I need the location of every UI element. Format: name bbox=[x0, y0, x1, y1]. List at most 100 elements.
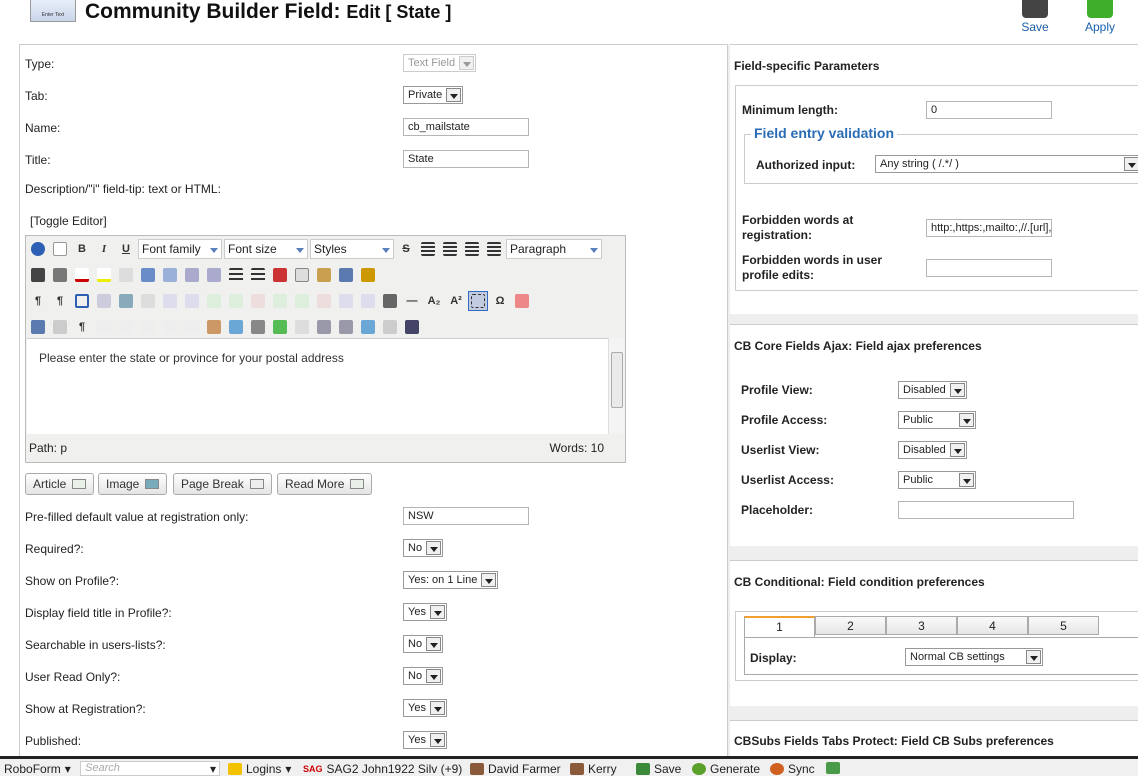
font-size-select[interactable]: Font size bbox=[224, 239, 308, 259]
visual-aid-icon[interactable] bbox=[468, 291, 488, 311]
insert-col-icon[interactable] bbox=[270, 291, 290, 311]
indent-icon[interactable] bbox=[138, 265, 158, 285]
david-identity[interactable]: David Farmer bbox=[470, 762, 561, 776]
userlist-access-select[interactable]: Public bbox=[898, 471, 976, 489]
sync-button[interactable]: Sync bbox=[770, 762, 815, 776]
new-document-icon[interactable] bbox=[50, 239, 70, 259]
row-props-icon[interactable] bbox=[160, 291, 180, 311]
find-icon[interactable] bbox=[28, 265, 48, 285]
tab-4[interactable]: 4 bbox=[957, 616, 1028, 635]
replace-icon[interactable] bbox=[50, 265, 70, 285]
anchor-icon[interactable] bbox=[336, 265, 356, 285]
display-title-select[interactable]: Yes bbox=[403, 603, 447, 621]
placeholder-input[interactable] bbox=[898, 501, 1074, 519]
display-select[interactable]: Normal CB settings bbox=[905, 648, 1043, 666]
home-button[interactable] bbox=[826, 762, 840, 774]
page-break-button[interactable]: Page Break bbox=[173, 473, 272, 495]
profile-access-select[interactable]: Public bbox=[898, 411, 976, 429]
title-input[interactable]: State bbox=[403, 150, 529, 168]
bold-button[interactable]: B bbox=[72, 239, 92, 259]
paste-icon[interactable] bbox=[314, 265, 334, 285]
help-icon[interactable] bbox=[28, 239, 48, 259]
text-color-icon[interactable] bbox=[72, 265, 92, 285]
strikethrough-button[interactable]: S bbox=[396, 239, 416, 259]
insert-col-after-icon[interactable] bbox=[292, 291, 312, 311]
profile-view-select[interactable]: Disabled bbox=[898, 381, 967, 399]
roboform-menu[interactable]: RoboForm ▾ bbox=[4, 762, 71, 776]
horizontal-rule-icon[interactable]: — bbox=[402, 291, 422, 311]
split-cells-icon[interactable] bbox=[336, 291, 356, 311]
outdent-icon[interactable] bbox=[160, 265, 180, 285]
code-icon[interactable] bbox=[292, 317, 312, 337]
merge-cells-icon[interactable] bbox=[358, 291, 378, 311]
print-icon[interactable] bbox=[380, 291, 400, 311]
insert-layer-icon[interactable] bbox=[50, 317, 70, 337]
bullet-list-icon[interactable] bbox=[248, 265, 268, 285]
name-input[interactable]: cb_mailstate bbox=[403, 118, 529, 136]
insert-row-after-icon[interactable] bbox=[226, 291, 246, 311]
format-select[interactable]: Paragraph bbox=[506, 239, 602, 259]
align-left-icon[interactable] bbox=[418, 239, 438, 259]
show-profile-select[interactable]: Yes: on 1 Line bbox=[403, 571, 499, 589]
undo-icon[interactable] bbox=[182, 265, 202, 285]
cell-props-icon[interactable] bbox=[182, 291, 202, 311]
delete-table-icon[interactable] bbox=[138, 291, 158, 311]
min-length-input[interactable]: 0 bbox=[926, 101, 1052, 119]
searchable-select[interactable]: No bbox=[403, 635, 444, 653]
font-family-select[interactable]: Font family bbox=[138, 239, 222, 259]
apply-button[interactable]: Apply bbox=[1075, 0, 1125, 34]
prefilled-input[interactable]: NSW bbox=[403, 507, 529, 525]
save-button[interactable]: Save bbox=[1010, 0, 1060, 34]
highlight-color-icon[interactable] bbox=[94, 265, 114, 285]
media-icon[interactable] bbox=[402, 317, 422, 337]
roboform-search-input[interactable]: Search bbox=[80, 761, 220, 776]
redo-icon[interactable] bbox=[204, 265, 224, 285]
tab-2[interactable]: 2 bbox=[815, 616, 886, 635]
acronym-icon[interactable] bbox=[138, 317, 158, 337]
abbr-icon[interactable] bbox=[116, 317, 136, 337]
cleanup-icon[interactable] bbox=[116, 265, 136, 285]
rtl-icon[interactable]: ¶ bbox=[50, 291, 70, 311]
show-registration-select[interactable]: Yes bbox=[403, 699, 447, 717]
published-select[interactable]: Yes bbox=[403, 731, 447, 749]
type-select[interactable]: Text Field bbox=[403, 54, 477, 72]
copy-icon[interactable] bbox=[292, 265, 312, 285]
image-button[interactable]: Image bbox=[98, 473, 168, 495]
link-icon[interactable] bbox=[248, 317, 268, 337]
preview-icon[interactable] bbox=[336, 317, 356, 337]
insert-image-icon[interactable] bbox=[358, 317, 378, 337]
delete-col-icon[interactable] bbox=[314, 291, 334, 311]
italic-button[interactable]: I bbox=[94, 239, 114, 259]
numbered-list-icon[interactable] bbox=[226, 265, 246, 285]
tab-5[interactable]: 5 bbox=[1028, 616, 1099, 635]
scrollbar-thumb[interactable] bbox=[611, 352, 623, 408]
image-icon[interactable] bbox=[226, 317, 246, 337]
cut-icon[interactable] bbox=[270, 265, 290, 285]
forbidden-reg-input[interactable]: http:,https:,mailto:,//.[url],< bbox=[926, 219, 1052, 237]
editor-scrollbar[interactable] bbox=[608, 338, 624, 434]
spellcheck-icon[interactable] bbox=[270, 317, 290, 337]
align-center-icon[interactable] bbox=[440, 239, 460, 259]
justify-icon[interactable] bbox=[484, 239, 504, 259]
delete-row-icon[interactable] bbox=[248, 291, 268, 311]
forbidden-edit-input[interactable] bbox=[926, 259, 1052, 277]
toggle-editor-link[interactable]: [Toggle Editor] bbox=[30, 214, 107, 228]
generate-button[interactable]: Generate bbox=[692, 762, 760, 776]
underline-button[interactable]: U bbox=[116, 239, 136, 259]
userlist-view-select[interactable]: Disabled bbox=[898, 441, 967, 459]
superscript-button[interactable]: A² bbox=[446, 291, 466, 311]
styles-select[interactable]: Styles bbox=[310, 239, 394, 259]
authorized-input-select[interactable]: Any string ( /.*/ ) bbox=[875, 155, 1138, 173]
tab-1[interactable]: 1 bbox=[744, 616, 815, 637]
cleanup-brush-icon[interactable] bbox=[358, 265, 378, 285]
logins-menu[interactable]: Logins ▾ bbox=[228, 762, 291, 776]
required-select[interactable]: No bbox=[403, 539, 444, 557]
ltr-icon[interactable]: ¶ bbox=[28, 291, 48, 311]
sag-login[interactable]: SAG SAG2 John1922 Silv (+9) bbox=[303, 762, 462, 776]
kerry-identity[interactable]: Kerry bbox=[570, 762, 617, 776]
attributes-icon[interactable] bbox=[204, 317, 224, 337]
special-char-button[interactable]: Ω bbox=[490, 291, 510, 311]
del-icon[interactable] bbox=[160, 317, 180, 337]
eraser-icon[interactable] bbox=[512, 291, 532, 311]
cite-icon[interactable] bbox=[94, 317, 114, 337]
